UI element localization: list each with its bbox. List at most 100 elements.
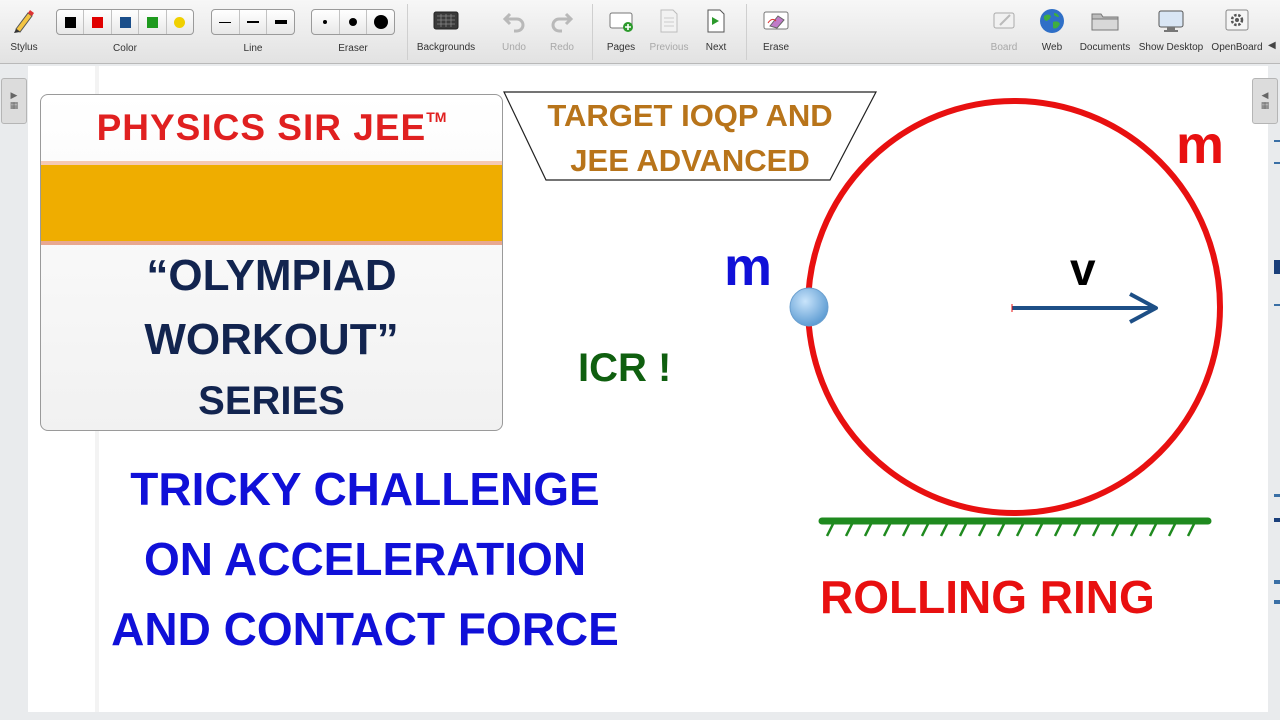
- erase-button[interactable]: Erase: [756, 6, 796, 60]
- ground-hatch: [977, 523, 987, 537]
- color-label: Color: [113, 43, 137, 54]
- toolbar-separator: [746, 4, 747, 60]
- line-thin-button[interactable]: [212, 10, 240, 34]
- undo-icon: [499, 6, 529, 36]
- eraser-medium-button[interactable]: [340, 10, 368, 34]
- title-band: [41, 161, 502, 245]
- ground-hatch: [844, 523, 854, 537]
- web-button[interactable]: Web: [1034, 6, 1070, 60]
- line-thick-icon: [274, 20, 287, 24]
- grip-icon: ▦: [9, 101, 19, 111]
- left-palette-handle[interactable]: ▶ ▦: [1, 78, 27, 124]
- color-swatch: [119, 16, 131, 28]
- ring-mass-label: m: [1176, 115, 1225, 175]
- offscreen-content-edge: [1274, 140, 1280, 640]
- bead: [789, 287, 829, 327]
- ground-hatch: [1072, 523, 1082, 537]
- globe-icon: [1037, 6, 1067, 36]
- ground-hatch: [1110, 523, 1120, 537]
- board-button[interactable]: Board: [984, 6, 1024, 60]
- color-blue[interactable]: [112, 10, 140, 34]
- challenge-line-3: AND CONTACT FORCE: [111, 603, 619, 655]
- ground-hatch: [901, 523, 911, 537]
- eraser-size-group: [311, 9, 395, 35]
- redo-icon: [547, 6, 577, 36]
- color-swatch: [174, 16, 186, 28]
- line-medium-icon: [247, 21, 259, 23]
- series-line-2: WORKOUT”: [144, 315, 399, 364]
- overflow-arrow-icon[interactable]: ◀: [1268, 40, 1276, 51]
- color-green[interactable]: [139, 10, 167, 34]
- folder-icon: [1090, 6, 1120, 36]
- ground-hatch: [882, 523, 892, 537]
- line-thick-button[interactable]: [267, 10, 294, 34]
- stylus-tool[interactable]: Stylus: [4, 6, 44, 60]
- monitor-icon: [1156, 6, 1186, 36]
- previous-label: Previous: [649, 42, 689, 53]
- pages-button[interactable]: Pages: [600, 6, 642, 60]
- openboard-window: Stylus Color Line Eraser Backgrounds Und…: [0, 0, 1280, 720]
- ground-hatch: [1186, 523, 1196, 537]
- board-icon: [989, 6, 1019, 36]
- line-thin-icon: [219, 21, 232, 23]
- icr-label: ICR !: [578, 346, 672, 390]
- ground-hatch: [958, 523, 968, 537]
- erase-icon: [761, 6, 791, 36]
- openboard-menu-button[interactable]: OpenBoard: [1208, 6, 1266, 60]
- color-red[interactable]: [84, 10, 112, 34]
- stylus-icon: [9, 6, 39, 36]
- bead-mass-label: m: [724, 237, 773, 297]
- show-desktop-button[interactable]: Show Desktop: [1136, 6, 1206, 60]
- grip-icon: ▦: [1260, 101, 1270, 111]
- ground-hatch: [920, 523, 930, 537]
- previous-button[interactable]: Previous: [646, 6, 692, 60]
- color-yellow[interactable]: [167, 10, 193, 34]
- redo-button[interactable]: Redo: [544, 6, 580, 60]
- color-black[interactable]: [57, 10, 85, 34]
- next-page-icon: [701, 6, 731, 36]
- challenge-line-1: TRICKY CHALLENGE: [130, 463, 600, 515]
- show-desktop-label: Show Desktop: [1138, 42, 1204, 53]
- redo-label: Redo: [550, 42, 574, 53]
- color-swatch: [92, 16, 104, 28]
- expand-left-icon: ◀: [1261, 91, 1269, 101]
- eraser-medium-icon: [349, 18, 357, 26]
- openboard-label: OpenBoard: [1211, 42, 1263, 53]
- toolbar: Stylus Color Line Eraser Backgrounds Und…: [0, 0, 1280, 64]
- ground-hatch: [863, 523, 873, 537]
- documents-button[interactable]: Documents: [1078, 6, 1132, 60]
- eraser-large-button[interactable]: [367, 10, 394, 34]
- backgrounds-label: Backgrounds: [416, 42, 476, 53]
- undo-button[interactable]: Undo: [496, 6, 532, 60]
- series-line-1: “OLYMPIAD: [146, 251, 397, 300]
- undo-label: Undo: [502, 42, 526, 53]
- pages-icon: [606, 6, 636, 36]
- ground-hatch: [1129, 523, 1139, 537]
- ground-hatch: [1167, 523, 1177, 537]
- velocity-label: v: [1070, 243, 1096, 295]
- eraser-large-icon: [373, 15, 388, 29]
- board-label: Board: [990, 42, 1018, 53]
- stylus-label: Stylus: [10, 42, 38, 53]
- line-label: Line: [243, 43, 263, 54]
- challenge-line-2: ON ACCELERATION: [143, 533, 587, 585]
- gear-icon: [1222, 6, 1252, 36]
- expand-right-icon: ▶: [10, 91, 18, 101]
- next-label: Next: [705, 42, 727, 53]
- backgrounds-button[interactable]: Backgrounds: [414, 6, 478, 60]
- ground-hatch: [1053, 523, 1063, 537]
- velocity-arrow: [1011, 292, 1158, 324]
- ground-hatch: [1034, 523, 1044, 537]
- line-medium-button[interactable]: [240, 10, 268, 34]
- eraser-small-button[interactable]: [312, 10, 340, 34]
- color-swatch: [64, 16, 76, 28]
- next-button[interactable]: Next: [698, 6, 734, 60]
- ground-hatch: [996, 523, 1006, 537]
- ground-hatch: [1091, 523, 1101, 537]
- web-label: Web: [1041, 42, 1063, 53]
- documents-label: Documents: [1079, 42, 1131, 53]
- ground-hatch: [1015, 523, 1025, 537]
- ground-hatch: [825, 523, 835, 537]
- toolbar-separator: [407, 4, 408, 60]
- rolling-ring-caption: ROLLING RING: [820, 571, 1155, 623]
